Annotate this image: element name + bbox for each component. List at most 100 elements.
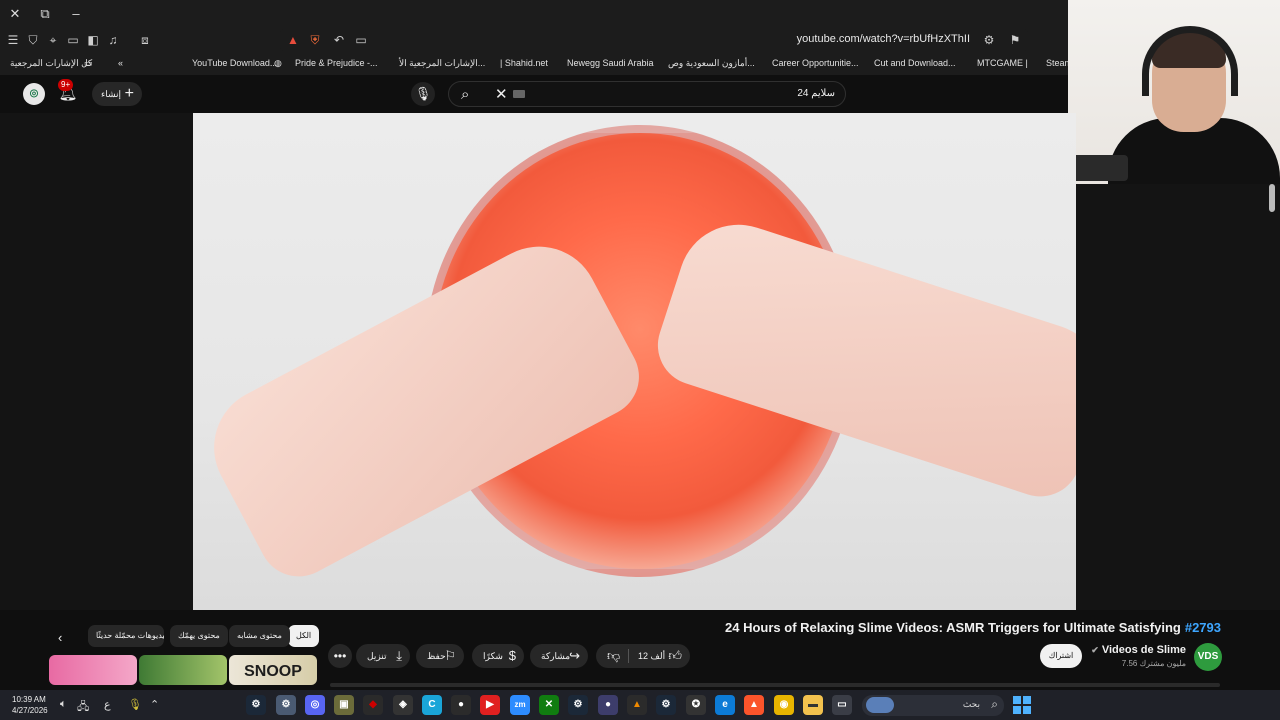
- channel-name-text: Videos de Slime: [1101, 644, 1186, 656]
- vlc-icon[interactable]: ▲: [627, 695, 647, 715]
- save-button[interactable]: حفظ ⚐: [416, 644, 464, 668]
- menu-icon[interactable]: ☰: [4, 31, 22, 49]
- folder-icon: ▭: [84, 58, 93, 68]
- bookmark-mtcgame[interactable]: MTCGAME |: [977, 58, 1028, 68]
- system-clock[interactable]: 10:39 AM 4/27/2026: [12, 694, 48, 716]
- chip-for-you[interactable]: محتوى يهمّك: [170, 625, 228, 647]
- keyboard-icon[interactable]: [513, 90, 525, 98]
- brave-rewards-icon[interactable]: ▲: [284, 31, 302, 49]
- steam-vr-icon[interactable]: ⚙: [568, 695, 588, 715]
- like-count[interactable]: 12 ألف: [638, 644, 665, 668]
- restore-window-icon[interactable]: ⧉: [35, 4, 55, 24]
- minimize-window-icon[interactable]: –: [66, 4, 86, 24]
- chevron-double-left-icon[interactable]: «: [118, 58, 123, 68]
- sidebar-icon[interactable]: ◧: [84, 31, 102, 49]
- youtube-music-icon[interactable]: ▶: [480, 695, 500, 715]
- back-arrow-icon[interactable]: ↶: [330, 31, 348, 49]
- page-scrollbar[interactable]: [1269, 184, 1275, 212]
- razer-icon[interactable]: ◆: [363, 695, 383, 715]
- chevron-left-icon[interactable]: ‹: [58, 630, 62, 645]
- task-view-icon[interactable]: ▭: [832, 695, 852, 715]
- bookmark-career[interactable]: Career Opportunitie...: [772, 58, 859, 68]
- video-hashtag[interactable]: #2793: [1185, 620, 1221, 635]
- music-icon[interactable]: ♫: [104, 31, 122, 49]
- steam-alt-icon[interactable]: ⚙: [656, 695, 676, 715]
- horizontal-scrollbar[interactable]: [330, 683, 1220, 687]
- tabs-icon[interactable]: ▭: [64, 31, 82, 49]
- share-icon: ↪: [569, 648, 580, 663]
- bookmark-all[interactable]: كل الإشارات المرجعية: [10, 58, 92, 69]
- zoom-icon[interactable]: zm: [510, 695, 530, 715]
- subscribe-button[interactable]: اشتراك: [1040, 644, 1082, 668]
- network-icon[interactable]: 🖧︎: [77, 698, 89, 717]
- search-query-text[interactable]: سلايم 24: [797, 88, 835, 99]
- chip-all[interactable]: الكل: [288, 625, 320, 647]
- settings-icon[interactable]: ⚙: [276, 695, 296, 715]
- notification-badge: 9+: [58, 79, 74, 91]
- headset-icon: [1142, 26, 1238, 96]
- bookmark-icon[interactable]: ⚑: [1006, 31, 1024, 49]
- create-button[interactable]: إنشاء +: [92, 82, 142, 106]
- address-bar[interactable]: ▲ ⛨ ↶ ▭ youtube.com/watch?v=rbUfHzXThII …: [280, 29, 1028, 51]
- file-explorer-icon[interactable]: ▬: [803, 695, 823, 715]
- microphone-icon[interactable]: 🎙︎: [128, 698, 142, 711]
- close-window-icon[interactable]: ✕: [5, 4, 25, 24]
- site-settings-icon[interactable]: ⚙: [980, 31, 998, 49]
- recommended-thumbnail[interactable]: [139, 655, 227, 685]
- volume-icon[interactable]: 🔈︎: [60, 698, 67, 711]
- chip-recently-uploaded[interactable]: فيديوهات محمّلة حديثًا: [88, 625, 164, 647]
- bookmark-youtube-download[interactable]: YouTube Download...: [192, 58, 277, 68]
- davinci-icon[interactable]: ◈: [393, 695, 413, 715]
- screenshot-icon[interactable]: ⧈: [136, 31, 154, 49]
- url-text[interactable]: youtube.com/watch?v=rbUfHzXThII: [797, 33, 970, 45]
- brave-shields-icon[interactable]: ⛨: [306, 31, 324, 49]
- capcut-icon[interactable]: C: [422, 695, 442, 715]
- bookmark-shahid[interactable]: | Shahid.net: [500, 58, 548, 68]
- download-label: تنزيل: [367, 651, 387, 661]
- pin-icon[interactable]: ⌖: [44, 31, 62, 49]
- channel-name[interactable]: ✔ Videos de Slime: [1091, 644, 1186, 656]
- dislike-icon[interactable]: 👎︎: [607, 644, 620, 668]
- recommended-thumbnail[interactable]: [49, 655, 137, 685]
- like-dislike-divider: [628, 649, 629, 663]
- xbox-icon[interactable]: ✕: [539, 695, 559, 715]
- like-icon[interactable]: 👍︎: [668, 644, 682, 668]
- discord-icon[interactable]: ◎: [305, 695, 325, 715]
- windows-start-icon[interactable]: [1013, 696, 1031, 714]
- bookmark-cut-download[interactable]: Cut and Download...: [874, 58, 956, 68]
- account-avatar[interactable]: ◎: [23, 83, 45, 105]
- video-player[interactable]: [193, 113, 1076, 610]
- bookmark-newegg[interactable]: Newegg Saudi Arabia: [567, 58, 654, 68]
- language-indicator[interactable]: ع: [104, 698, 111, 711]
- webcam-microphone: [1068, 155, 1128, 181]
- obs-icon[interactable]: ●: [451, 695, 471, 715]
- edge-icon[interactable]: e: [715, 695, 735, 715]
- cast-icon[interactable]: ▭: [352, 31, 370, 49]
- bookmark-folder-other[interactable]: الإشارات المرجعية الأ...: [399, 58, 485, 69]
- app-box-icon[interactable]: ▣: [334, 695, 354, 715]
- steam-icon[interactable]: ⚙: [246, 695, 266, 715]
- bookmark-amazon-sa[interactable]: أمازون السعودية وص...: [668, 58, 755, 69]
- chevron-up-icon[interactable]: ⌃: [150, 698, 159, 711]
- more-actions-button[interactable]: •••: [328, 644, 352, 668]
- chatgpt-icon[interactable]: ✪: [686, 695, 706, 715]
- brave-icon[interactable]: ▲: [744, 695, 764, 715]
- clear-search-icon[interactable]: ✕: [495, 85, 508, 103]
- channel-avatar[interactable]: VDS: [1194, 643, 1222, 671]
- search-input[interactable]: ⌕ ✕ سلايم 24: [448, 81, 846, 107]
- rockstar-icon[interactable]: ●: [598, 695, 618, 715]
- chrome-icon[interactable]: ◉: [774, 695, 794, 715]
- voice-search-mic-icon[interactable]: 🎙︎: [411, 82, 435, 106]
- bookmark-pride-prejudice[interactable]: Pride & Prejudice -...: [295, 58, 378, 68]
- shield-icon[interactable]: ⛉: [24, 31, 42, 49]
- plus-icon: +: [124, 85, 134, 102]
- search-highlight-icon: [866, 697, 894, 713]
- share-button[interactable]: مشاركة ↪: [530, 644, 588, 668]
- taskbar-search[interactable]: بحث ⌕: [862, 695, 1004, 716]
- download-button[interactable]: تنزيل ⤓: [356, 644, 410, 668]
- recommended-thumbnail[interactable]: SNOOP: [229, 655, 317, 685]
- chip-related[interactable]: محتوى مشابه: [229, 625, 290, 647]
- thanks-button[interactable]: شكرًا $: [472, 644, 524, 668]
- search-icon[interactable]: ⌕: [461, 86, 469, 103]
- thanks-dollar-icon: $: [508, 648, 516, 663]
